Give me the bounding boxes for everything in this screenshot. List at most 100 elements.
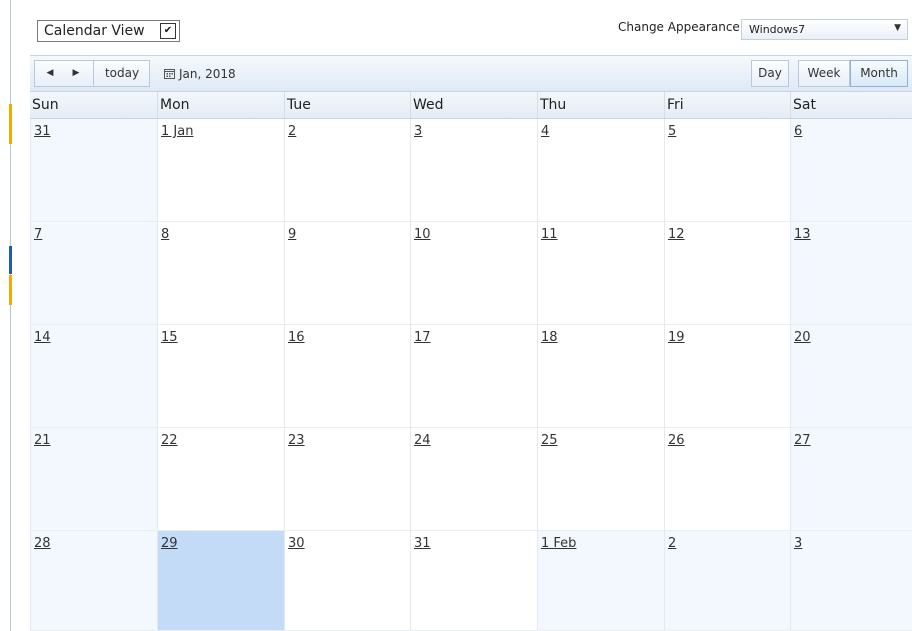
day-cell[interactable]: 2 <box>284 119 410 222</box>
week-view-button[interactable]: Week <box>798 60 850 87</box>
day-cell[interactable]: 17 <box>410 325 537 428</box>
day-cell[interactable]: 16 <box>284 325 410 428</box>
day-cell[interactable]: 26 <box>664 428 790 531</box>
header-mon: Mon <box>157 92 284 118</box>
day-cell[interactable]: 3 <box>410 119 537 222</box>
day-cell[interactable]: 28 <box>30 531 157 631</box>
day-cell[interactable]: 2 <box>664 531 790 631</box>
header-thu: Thu <box>537 92 664 118</box>
day-cell[interactable]: 23 <box>284 428 410 531</box>
day-number-link[interactable]: 3 <box>414 124 422 139</box>
day-cell[interactable]: 15 <box>157 325 284 428</box>
day-cell[interactable]: 10 <box>410 222 537 325</box>
day-number-link[interactable]: 25 <box>541 433 558 448</box>
appearance-select[interactable]: Windows7 ▼ <box>741 19 908 40</box>
day-number-link[interactable]: 1 Feb <box>541 536 576 551</box>
left-border-line <box>10 0 11 631</box>
day-cell[interactable]: 30 <box>284 531 410 631</box>
day-number-link[interactable]: 30 <box>288 536 305 551</box>
day-number-link[interactable]: 19 <box>668 330 685 345</box>
day-cell[interactable]: 21 <box>30 428 157 531</box>
navigation-group: ◀ ▶ today <box>34 60 150 87</box>
day-cell[interactable]: 13 <box>790 222 912 325</box>
day-number-link[interactable]: 7 <box>34 227 42 242</box>
day-cell[interactable]: 11 <box>537 222 664 325</box>
day-number-link[interactable]: 11 <box>541 227 558 242</box>
month-view-button[interactable]: Month <box>850 60 908 87</box>
header-fri: Fri <box>664 92 790 118</box>
day-number-link[interactable]: 9 <box>288 227 296 242</box>
day-cell[interactable]: 6 <box>790 119 912 222</box>
day-cell[interactable]: 9 <box>284 222 410 325</box>
day-cell[interactable]: 20 <box>790 325 912 428</box>
day-number-link[interactable]: 28 <box>34 536 51 551</box>
day-of-week-header: Sun Mon Tue Wed Thu Fri Sat <box>30 92 912 119</box>
day-cell[interactable]: 29 <box>157 531 284 631</box>
day-number-link[interactable]: 4 <box>541 124 549 139</box>
calendar-toolbar: ◀ ▶ today Jan, 2018 Day Week Month <box>30 55 912 92</box>
prev-arrow-icon[interactable]: ◀ <box>39 61 61 86</box>
day-number-link[interactable]: 15 <box>161 330 178 345</box>
day-cell[interactable]: 1 Jan <box>157 119 284 222</box>
day-number-link[interactable]: 10 <box>414 227 431 242</box>
current-date-label[interactable]: Jan, 2018 <box>164 67 236 81</box>
day-number-link[interactable]: 20 <box>794 330 811 345</box>
day-number-link[interactable]: 24 <box>414 433 431 448</box>
day-number-link[interactable]: 13 <box>794 227 811 242</box>
calendar-icon <box>164 69 175 79</box>
date-text: Jan, 2018 <box>179 67 236 81</box>
day-cell[interactable]: 4 <box>537 119 664 222</box>
appearance-label: Change Appearance: <box>618 20 744 34</box>
day-number-link[interactable]: 12 <box>668 227 685 242</box>
day-cell[interactable]: 24 <box>410 428 537 531</box>
day-number-link[interactable]: 5 <box>668 124 676 139</box>
day-number-link[interactable]: 21 <box>34 433 51 448</box>
day-cell[interactable]: 3 <box>790 531 912 631</box>
day-number-link[interactable]: 16 <box>288 330 305 345</box>
left-marker <box>9 104 12 144</box>
day-view-button[interactable]: Day <box>751 60 789 87</box>
day-number-link[interactable]: 18 <box>541 330 558 345</box>
day-number-link[interactable]: 8 <box>161 227 169 242</box>
day-cell[interactable]: 19 <box>664 325 790 428</box>
day-cell[interactable]: 18 <box>537 325 664 428</box>
day-cell[interactable]: 12 <box>664 222 790 325</box>
day-cell[interactable]: 7 <box>30 222 157 325</box>
day-number-link[interactable]: 29 <box>161 536 178 551</box>
day-number-link[interactable]: 14 <box>34 330 51 345</box>
header-sun: Sun <box>32 97 59 113</box>
day-number-link[interactable]: 17 <box>414 330 431 345</box>
day-cell[interactable]: 22 <box>157 428 284 531</box>
day-number-link[interactable]: 22 <box>161 433 178 448</box>
day-cell[interactable]: 27 <box>790 428 912 531</box>
day-cell[interactable]: 8 <box>157 222 284 325</box>
chevron-down-icon: ▼ <box>894 23 901 33</box>
day-cell[interactable]: 1 Feb <box>537 531 664 631</box>
left-marker <box>9 275 12 305</box>
today-button[interactable]: today <box>93 61 150 86</box>
day-cell[interactable]: 5 <box>664 119 790 222</box>
day-cell[interactable]: 31 <box>30 119 157 222</box>
day-number-link[interactable]: 2 <box>288 124 296 139</box>
day-number-link[interactable]: 1 Jan <box>161 124 193 139</box>
chevron-down-icon[interactable]: ✔ <box>160 23 176 39</box>
day-number-link[interactable]: 2 <box>668 536 676 551</box>
appearance-value: Windows7 <box>749 23 806 36</box>
day-cell[interactable]: 25 <box>537 428 664 531</box>
day-number-link[interactable]: 3 <box>794 536 802 551</box>
day-cell[interactable]: 31 <box>410 531 537 631</box>
day-number-link[interactable]: 31 <box>414 536 431 551</box>
left-marker <box>9 246 12 274</box>
next-arrow-icon[interactable]: ▶ <box>65 61 87 86</box>
day-number-link[interactable]: 27 <box>794 433 811 448</box>
header-sat: Sat <box>790 92 912 118</box>
header-tue: Tue <box>284 92 410 118</box>
day-number-link[interactable]: 6 <box>794 124 802 139</box>
day-cell[interactable]: 14 <box>30 325 157 428</box>
calendar-view-select[interactable]: Calendar View ✔ <box>37 20 180 42</box>
day-number-link[interactable]: 31 <box>34 124 51 139</box>
day-number-link[interactable]: 23 <box>288 433 305 448</box>
month-grid: 31 1 Jan 2 3 4 5 6 7 8 9 10 11 12 13 14 15 16 17 18 19 20 21 2… <box>30 119 912 631</box>
day-number-link[interactable]: 26 <box>668 433 685 448</box>
header-wed: Wed <box>410 92 537 118</box>
